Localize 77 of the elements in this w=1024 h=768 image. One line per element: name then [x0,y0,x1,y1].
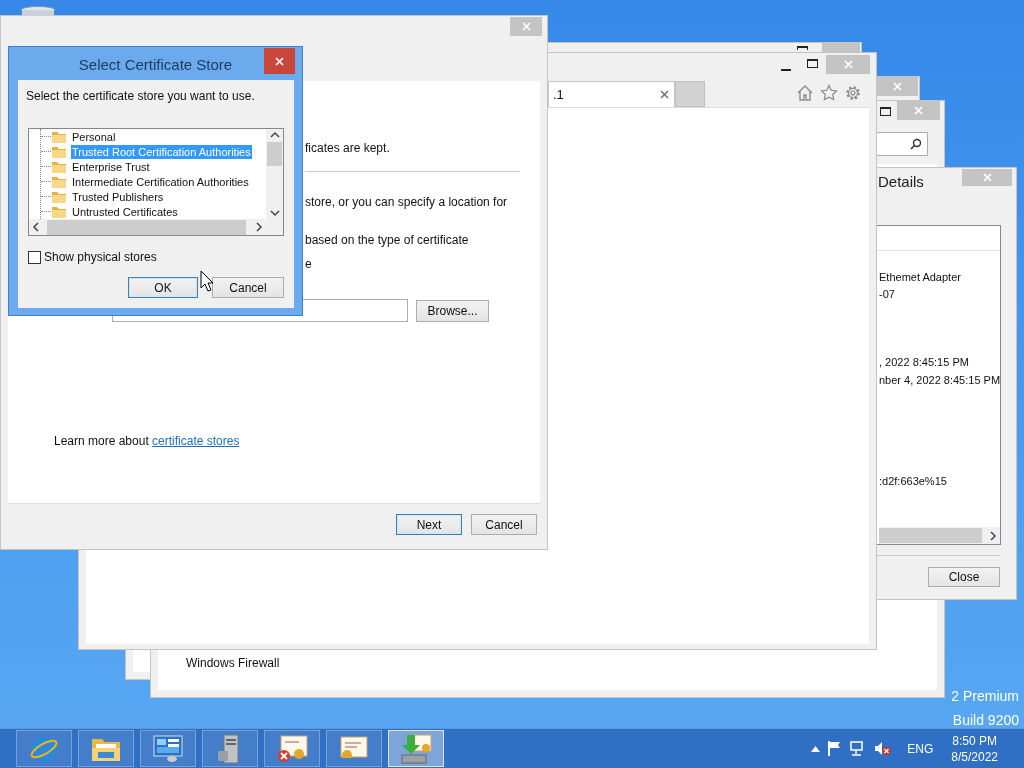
close-icon [843,59,853,69]
browse-button[interactable]: Browse... [416,299,489,322]
certificate-arrow-icon [399,732,433,765]
dialog-button[interactable]: Next [396,514,462,535]
close-icon [521,22,531,31]
checkbox[interactable] [28,250,41,264]
dashboard-icon [152,733,184,764]
instruction-text: e [305,257,312,272]
help-link[interactable]: certificate stores [152,434,240,448]
taskbar-button[interactable] [388,730,444,767]
checkbox-label: Show physical stores [44,250,157,264]
tree-item[interactable]: Intermediate Certification Authorities [71,174,250,189]
bin-icon[interactable] [20,6,56,16]
scroll-thumb[interactable] [267,142,282,166]
detail-value: nber 4, 2022 8:45:15 PM [879,373,1001,388]
scroll-thumb[interactable] [879,528,982,543]
browser-tab[interactable]: .1 [548,81,675,107]
instruction-text: based on the type of certificate [305,233,469,248]
close-icon [660,90,669,99]
taskbar-button[interactable] [78,730,134,767]
taskbar-button[interactable] [140,730,196,767]
cursor-icon [200,270,214,292]
edition-text: 2 Premium Build 9200 [951,687,1019,730]
folder-icon [51,189,67,204]
up-arrow-icon[interactable] [811,745,821,752]
scrollbar[interactable] [879,527,1000,544]
flag-icon[interactable] [828,741,843,756]
dialog-button[interactable]: Cancel [212,277,284,298]
dialog-button[interactable]: OK [128,277,198,298]
search-field[interactable] [875,132,928,156]
dialog-button[interactable]: Cancel [471,514,537,535]
close-icon [893,82,902,91]
folder-icon [51,129,67,144]
close-button[interactable]: Close [928,567,1000,587]
close-icon [275,56,284,66]
scroll-thumb[interactable] [47,219,246,235]
taskbar-button[interactable] [16,730,72,767]
folder-icon [51,144,67,159]
taskbar-button[interactable] [264,730,320,767]
star-icon[interactable] [820,83,838,102]
scrollbar[interactable] [29,219,266,235]
speaker-muted-icon[interactable] [874,741,892,756]
certificate-error-icon [275,733,309,764]
window-title: Details [878,173,924,190]
minimize-icon[interactable] [781,67,791,71]
close-icon [982,173,992,182]
dialog-title: Select Certificate Store [78,55,233,73]
detail-value: Ethemet Adapter [879,270,961,285]
tree-item[interactable]: Enterprise Trust [71,159,151,174]
prompt-text: Select the certificate store you want to use. [26,89,256,104]
folder-icon [51,159,67,174]
maximize-icon[interactable] [797,46,808,50]
scrollbar[interactable] [266,129,283,219]
taskbar-button[interactable] [326,730,382,767]
clock[interactable]: 8:50 PM 8/5/2022 [951,732,998,765]
instruction-text: store, or you can specify a location for [305,195,508,210]
close-button[interactable] [264,48,295,74]
instruction-text: ficates are kept. [305,141,390,156]
detail-value: -07 [879,287,895,302]
help-text: Learn more about certificate stores [53,434,241,448]
search-icon [910,138,922,150]
detail-value: , 2022 8:45:15 PM [879,355,969,370]
maximize-icon[interactable] [880,106,891,116]
tree-item[interactable]: Untrusted Certificates [71,204,179,219]
close-icon [914,106,923,115]
maximize-icon[interactable] [807,58,818,68]
folder-icon [51,174,67,189]
detail-value: :d2f:663e%15 [879,474,947,489]
tree-item[interactable]: Personal [71,129,117,144]
taskbar-button[interactable] [202,730,258,767]
language-indicator[interactable]: ENG [907,741,934,756]
tree-item[interactable]: Trusted Publishers [71,189,165,204]
certificate-icon [337,733,371,764]
folder-icon [51,204,67,219]
settings-icon[interactable] [844,83,862,102]
home-icon[interactable] [796,83,814,102]
list-item[interactable]: Windows Firewall [186,656,280,670]
